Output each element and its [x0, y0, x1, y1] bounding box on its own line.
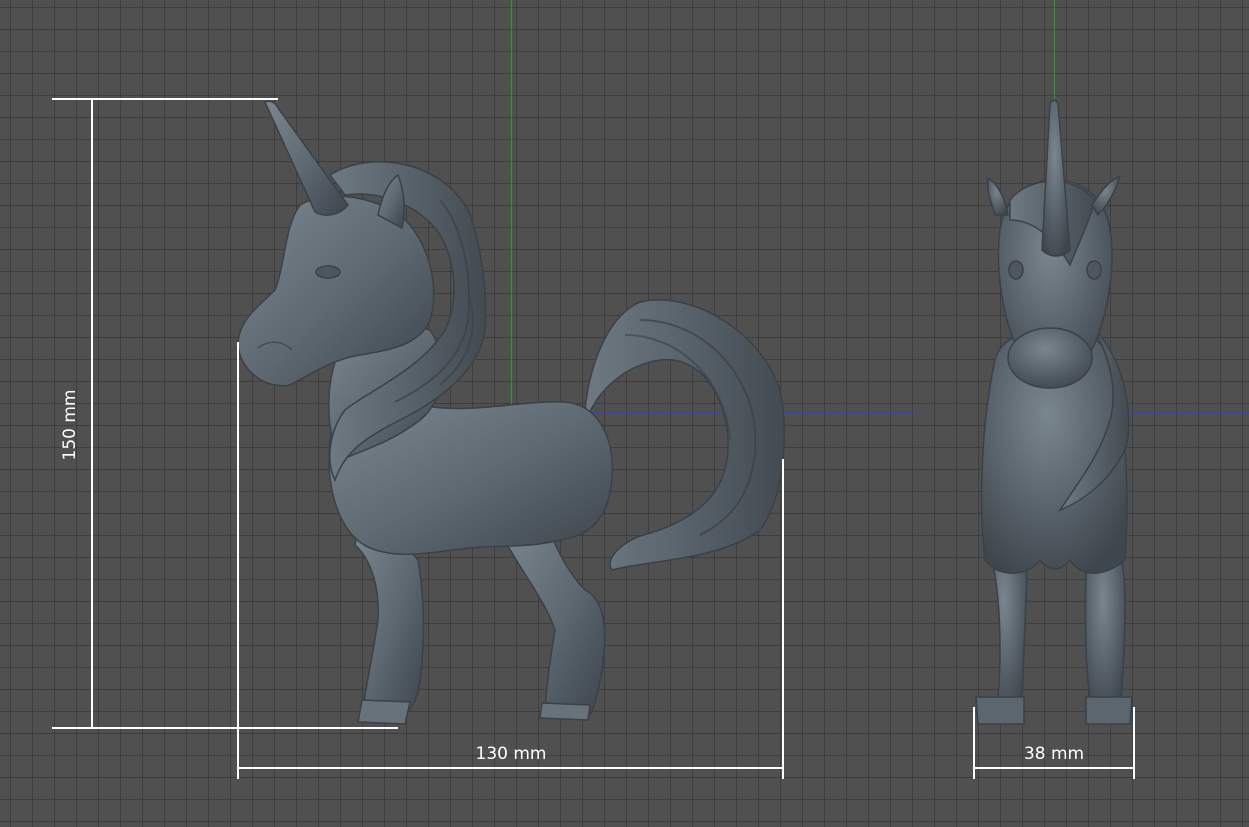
- front-view-horn: [1041, 99, 1071, 257]
- front-view-right-hoof: [1085, 696, 1133, 725]
- depth-dimension-label: 38 mm: [1023, 744, 1085, 764]
- width-dimension-line: [237, 767, 784, 769]
- hind-leg: [503, 518, 606, 716]
- front-view-right-eye: [1086, 260, 1102, 280]
- width-dimension-label: 130 mm: [475, 744, 547, 764]
- front-view-muzzle: [1007, 327, 1093, 389]
- front-view-left-ear: [987, 176, 1009, 216]
- front-view-left-hoof: [975, 696, 1025, 725]
- height-dimension-top-extension: [52, 98, 278, 100]
- front-view-left-eye: [1008, 260, 1024, 280]
- 3d-viewport[interactable]: 150 mm 130 mm 38 mm: [0, 0, 1249, 827]
- width-dimension-right-extension: [782, 459, 784, 779]
- width-dimension-left-extension: [237, 342, 239, 779]
- hind-hoof: [539, 702, 591, 721]
- front-hoof: [357, 699, 411, 725]
- height-dimension-bottom-extension: [52, 727, 398, 729]
- front-view-right-ear: [1091, 174, 1122, 217]
- eye: [315, 265, 341, 279]
- horn: [263, 100, 349, 216]
- unicorn-side-view[interactable]: [0, 0, 1249, 827]
- height-dimension-line: [91, 98, 93, 729]
- depth-dimension-line: [973, 767, 1135, 769]
- height-dimension-label: 150 mm: [60, 389, 80, 461]
- unicorn-front-view: [975, 99, 1133, 725]
